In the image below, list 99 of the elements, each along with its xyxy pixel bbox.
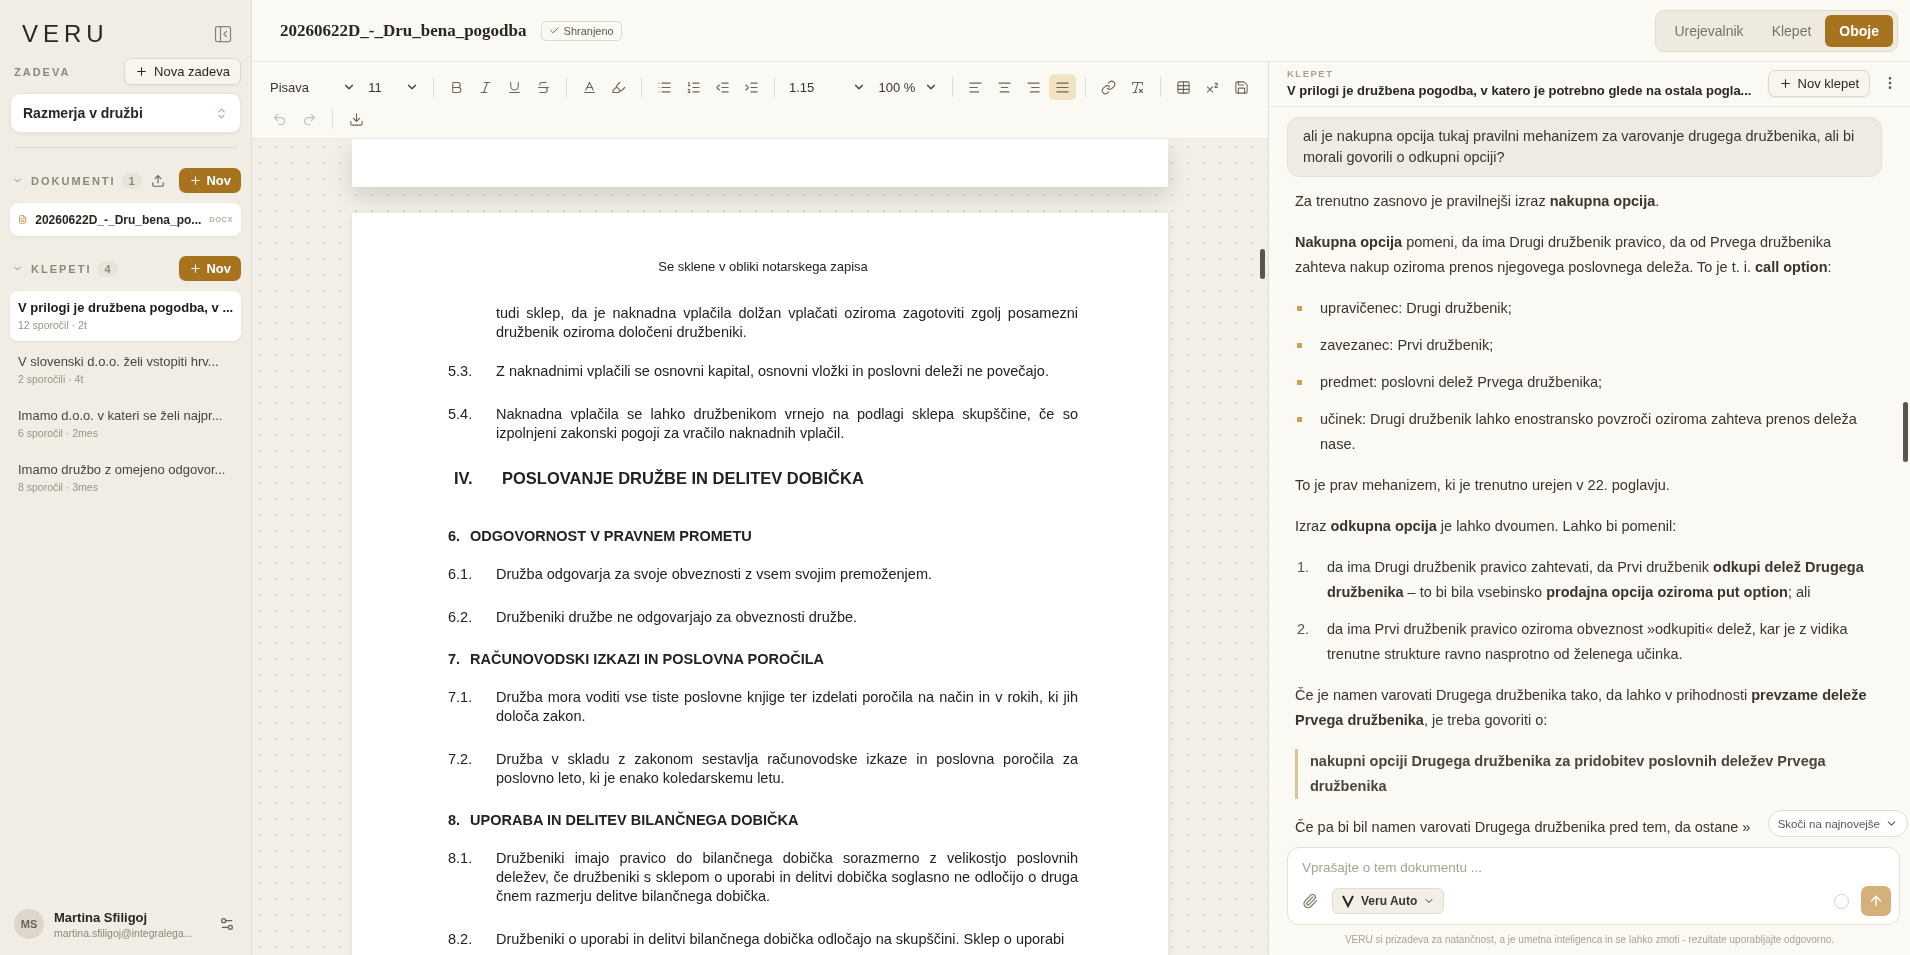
clause-text: Naknadna vplačila se lahko družbenikom vrnejo na podlagi sklepa skupščine, če so izpolnjeni zakonski pogoji za vračilo naknadnih vplačil. <box>496 405 1078 443</box>
clause-text: tudi sklep, da je naknadna vplačila dolžan vplačati oziroma zagotoviti zgolj posamezni družbenik oziroma določeni družbeniki. <box>495 304 1078 342</box>
new-button[interactable]: Nov <box>179 256 241 281</box>
new-chat-button[interactable]: Nov klepet <box>1767 69 1870 97</box>
answer-paragraph: To je prav mehanizem, ki je trenutno urejen v 22. poglavju. <box>1295 476 1670 495</box>
view-tab[interactable]: Klepet <box>1757 14 1826 47</box>
chat-item[interactable]: V prilogi je družbena pogodba, v ... 12 sporočil · 2t <box>10 291 241 341</box>
list-number: 2. <box>1295 620 1309 639</box>
section-heading: RAČUNOVODSKI IZKAZI IN POSLOVNA POROČILA <box>470 651 824 667</box>
user-message: ali je nakupna opcija tukaj pravilni mehanizem za varovanje drugega družbenika, ali bi morali govorili o odkupni opciji? <box>1287 117 1882 177</box>
user-email: martina.sfiligoj@integralega... <box>54 926 194 939</box>
list-number: 1. <box>1295 558 1309 577</box>
section-label: KLEPETI <box>31 262 92 275</box>
chevron-up-down-icon <box>215 106 228 120</box>
chat-input[interactable]: Vprašajte o tem dokumentu ... Veru Auto <box>1287 847 1900 925</box>
clause-number: 6.2. <box>448 608 474 627</box>
chat-meta: 2 sporočili · 4t <box>18 373 85 385</box>
new-button[interactable]: Nov <box>179 168 241 193</box>
answer-paragraph: Nakupna opcija pomeni, da ima Drugi družbenik pravico, da od Prvega družbenika zahteva nakup oziroma prenos njegovega poslovnega deleža. To je t. i. call option: <box>1295 233 1833 277</box>
chapter-number: IV. <box>454 469 474 488</box>
font-dropdown[interactable]: Pisava <box>264 79 363 95</box>
view-tab[interactable]: Urejevalnik <box>1660 14 1758 47</box>
avatar: MS <box>14 909 44 939</box>
list-item-text: da ima Drugi družbenik pravico zahtevati, da Prvi družbenik odkupi delež Drugega družbenika – to bi bila vsebinsko prodajna opcija oziroma put option; ali <box>1327 558 1865 602</box>
chat-title: V prilogi je družbena pogodba, v ... <box>18 300 233 315</box>
plus-icon <box>1778 76 1792 90</box>
bullet-icon <box>1297 417 1302 422</box>
scrollbar-thumb[interactable] <box>1260 249 1265 279</box>
quote-text: nakupni opciji Drugega družbenika za pridobitev poslovnih deležev Prvega družbenika <box>1295 749 1882 799</box>
model-select[interactable]: Veru Auto <box>1332 888 1445 914</box>
section-heading: ODGOVORNOST V PRAVNEM PROMETU <box>470 528 752 544</box>
list-item-text: upravičenec: Drugi družbenik; <box>1320 299 1512 318</box>
bullet-icon <box>1297 306 1302 311</box>
disclaimer-text: VERU si prizadeva za natančnost, a je umetna inteligenca in se lahko zmoti - rezultate uporabljajte odgovorno. <box>1343 933 1836 947</box>
clause-number: 8.2. <box>448 930 474 949</box>
list-item-text: učinek: Drugi družbenik lahko enostransko povzroči oziroma zahteva prenos deleža nase. <box>1320 410 1858 454</box>
chat-title: Imamo d.o.o. v kateri se želi najpr... <box>18 408 224 423</box>
list-item-text: da ima Prvi družbenik pravico oziroma obveznost »odkupiti« delež, kar je z vidika trenutne strukture ravno nasprotno od želenega učinka. <box>1327 620 1849 664</box>
answer-paragraph: Če je namen varovati Drugega družbenika tako, da lahko v prihodnosti prevzame deleže Prvega družbenika, je treba govoriti o: <box>1295 686 1868 730</box>
new-case-button[interactable]: Nova zadeva <box>124 58 241 85</box>
clause-number: 7.2. <box>448 750 474 769</box>
clause-number: 8.1. <box>448 849 474 868</box>
chat-title: V slovenski d.o.o. želi vstopiti hrv... <box>18 354 220 369</box>
saved-status-badge: Shranjeno <box>540 20 622 41</box>
section-label: ZADEVA <box>14 65 71 78</box>
clause-number: 7.1. <box>448 688 474 707</box>
document-icon <box>18 212 28 227</box>
list-item-text: predmet: poslovni delež Prvega družbenika; <box>1320 373 1603 392</box>
clause-text: Družbeniki o uporabi in delitvi bilančnega dobička odločajo na skupščini. Sklep o uporabi <box>496 930 1066 949</box>
document-title: 20260622D_-_Dru_bena_pogodba <box>280 20 527 41</box>
plus-icon <box>189 174 203 187</box>
clause-text: Družbeniki družbe ne odgovarjajo za obveznosti družbe. <box>496 608 859 627</box>
user-name: Martina Sfiligoj <box>54 909 149 925</box>
answer-paragraph: Če pa bi bil namen varovati Drugega družbenika pred tem, da ostane » <box>1295 818 1751 837</box>
chat-title: Imamo družbo z omejeno odgovor... <box>18 462 227 477</box>
align-justify-icon[interactable] <box>1049 74 1077 100</box>
chat-title: V prilogi je družbena pogodba, v katero je potrebno glede na ostala pogla... <box>1287 83 1753 98</box>
count-badge: 1 <box>121 172 142 189</box>
clause-text: Družba odgovarja za svoje obveznosti z vsem svojim premoženjem. <box>496 565 933 584</box>
view-tab[interactable]: Oboje <box>1825 14 1893 47</box>
clause-number: 5.3. <box>448 362 474 381</box>
bullet-icon <box>1297 380 1302 385</box>
chapter-heading: POSLOVANJE DRUŽBE IN DELITEV DOBIČKA <box>502 469 865 488</box>
section-number: 8. <box>448 812 461 828</box>
count-badge: 4 <box>97 260 118 277</box>
clause-number: 5.4. <box>448 405 474 424</box>
section-label: DOKUMENTI <box>31 174 116 187</box>
chat-item[interactable]: Imamo družbo z omejeno odgovor... 8 sporočil · 3mes <box>10 453 241 503</box>
line-spacing-dropdown[interactable]: 1.15 <box>782 79 873 95</box>
chat-item[interactable]: Imamo d.o.o. v kateri se želi najpr... 6 sporočil · 2mes <box>10 399 241 449</box>
chat-meta: 12 sporočil · 2t <box>18 319 88 331</box>
send-button[interactable] <box>1861 886 1891 916</box>
case-select[interactable]: Razmerja v družbi <box>10 93 241 133</box>
chat-meta: 6 sporočil · 2mes <box>18 427 99 439</box>
chat-item[interactable]: V slovenski d.o.o. želi vstopiti hrv... 2 sporočili · 4t <box>10 345 241 395</box>
clause-number: 6.1. <box>448 565 474 584</box>
plus-icon <box>135 65 149 78</box>
section-number: 7. <box>448 651 461 667</box>
panel-label: KLEPET <box>1287 68 1335 79</box>
plus-icon <box>189 262 203 275</box>
section-number: 6. <box>448 528 461 544</box>
paperclip-icon[interactable] <box>1300 891 1320 911</box>
bullet-icon <box>1297 343 1302 348</box>
chat-meta: 8 sporočil · 3mes <box>18 481 99 493</box>
answer-paragraph: Izraz odkupna opcija je lahko dvoumen. Lahko bi pomenil: <box>1295 517 1677 536</box>
answer-paragraph: Za trenutno zasnovo je pravilnejši izraz nakupna opcija. <box>1295 192 1660 211</box>
jump-to-latest-button[interactable]: Skoči na najnovejše <box>1767 810 1908 837</box>
scrollbar-thumb[interactable] <box>1903 402 1908 462</box>
clause-text: Z naknadnimi vplačili se osnovni kapital, osnovni vložki in poslovni deleži ne povečajo. <box>496 362 1050 381</box>
zoom-dropdown[interactable]: 100 % <box>872 79 945 95</box>
logo-icon <box>1341 894 1355 908</box>
logo: VERU <box>22 20 109 48</box>
section-heading: UPORABA IN DELITEV BILANČNEGA DOBIČKA <box>470 812 799 828</box>
clause-text: Družba mora voditi vse tiste poslovne knjige ter izdelati poročila na način in v rokih, ki jih določa zakon. <box>496 688 1078 726</box>
font-size-dropdown[interactable]: 11 <box>362 79 426 95</box>
page-header-text: Se sklene v obliki notarskega zapisa <box>657 259 869 274</box>
clause-text: Družbeniki imajo pravico do bilančnega dobička sorazmerno z velikostjo poslovnih deležev, če družbeniki s sklepom o uporabi in delitvi dobička soglasno ne odločijo o druga čnem razmerju delitve bilančnega dobička. <box>496 849 1078 906</box>
clause-text: Družba v skladu z zakonom sestavlja računovodske izkaze in poslovna poročila za poslovno leto, ki je enako koledarskemu letu. <box>496 750 1078 788</box>
list-item-text: zavezanec: Prvi družbenik; <box>1320 336 1494 355</box>
